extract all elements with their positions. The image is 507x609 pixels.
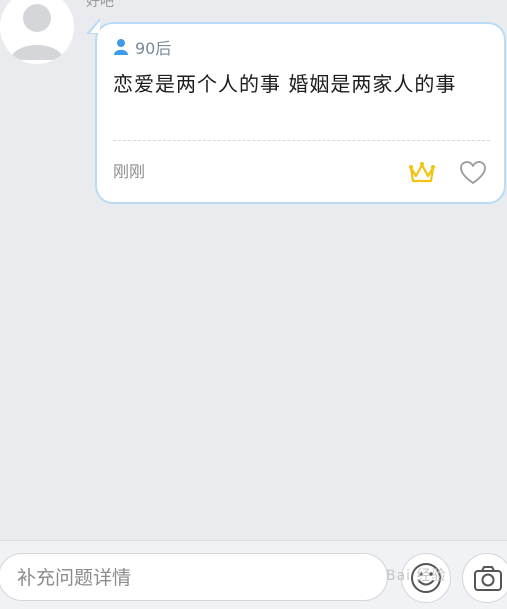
camera-icon xyxy=(474,566,502,591)
question-text: 恋爱是两个人的事 婚姻是两家人的事 xyxy=(113,72,457,96)
avatar[interactable] xyxy=(0,0,74,64)
question-detail-input[interactable] xyxy=(15,563,369,593)
question-bubble[interactable]: 90后 恋爱是两个人的事 婚姻是两家人的事 刚刚 xyxy=(95,22,506,204)
crown-icon[interactable] xyxy=(408,160,436,186)
composer-bar: Bai 经验 xyxy=(0,540,507,609)
timestamp: 刚刚 xyxy=(113,162,146,181)
author-name[interactable]: 好吧 xyxy=(86,0,114,11)
avatar-placeholder-icon xyxy=(0,0,74,64)
user-icon xyxy=(114,39,128,55)
age-tag: 90后 xyxy=(113,35,171,59)
bubble-tail-inner xyxy=(90,21,100,33)
age-tag-label: 90后 xyxy=(135,39,172,58)
watermark: Bai 经验 xyxy=(386,568,447,584)
camera-button[interactable] xyxy=(462,553,507,603)
divider xyxy=(113,140,490,141)
question-detail-field[interactable] xyxy=(0,553,388,601)
heart-icon[interactable] xyxy=(459,160,487,186)
